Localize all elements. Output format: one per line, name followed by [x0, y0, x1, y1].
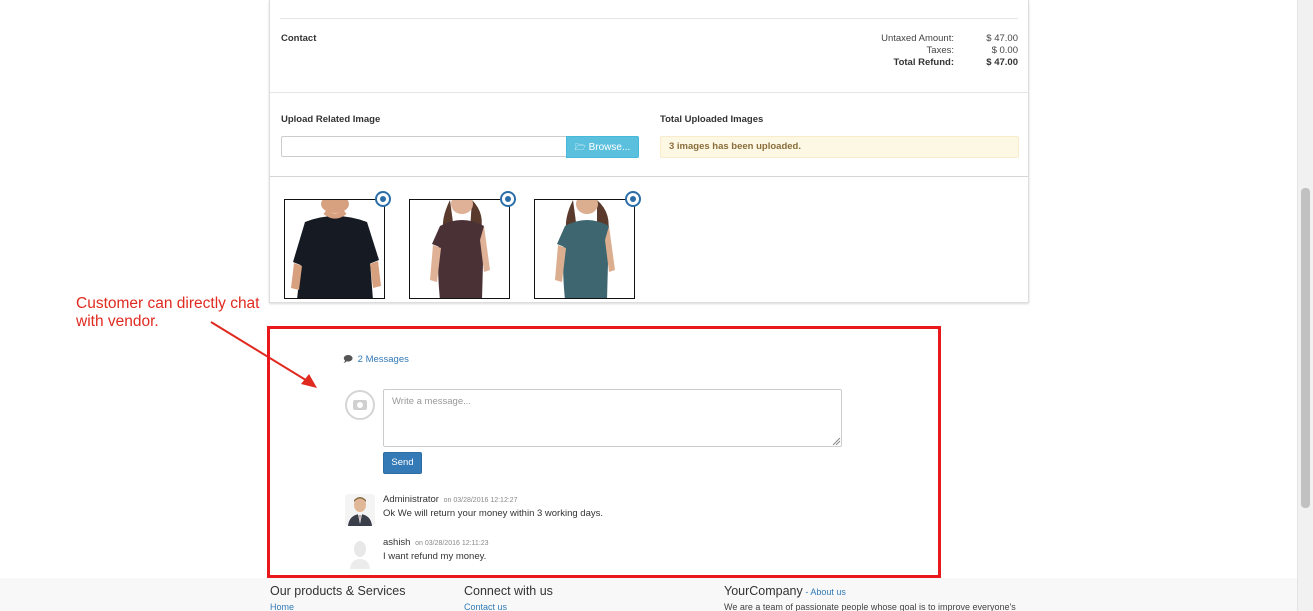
- divider: [280, 18, 1018, 19]
- send-button[interactable]: Send: [383, 452, 422, 474]
- remove-image-icon[interactable]: [375, 191, 391, 207]
- camera-avatar-icon: [345, 390, 375, 420]
- administrator-avatar: [345, 494, 375, 526]
- page-scrollbar[interactable]: [1297, 0, 1313, 611]
- footer-connect: Connect with us Contact us: [464, 584, 553, 611]
- annotation-line-1: Customer can directly chat: [76, 295, 260, 312]
- untaxed-label: Untaxed Amount:: [881, 33, 954, 44]
- totals-table: Untaxed Amount: $ 47.00 Taxes: $ 0.00 To…: [818, 33, 1018, 69]
- divider: [270, 92, 1028, 93]
- folder-open-icon: 🗁: [574, 142, 586, 152]
- message-count-label: 2 Messages: [357, 354, 409, 365]
- untaxed-value: $ 47.00: [986, 33, 1018, 44]
- footer-company: YourCompany - About us We are a team of …: [724, 584, 1016, 611]
- scrollbar-thumb[interactable]: [1301, 188, 1310, 508]
- message-composer[interactable]: [383, 389, 842, 447]
- message-count-link[interactable]: 🗩 2 Messages: [343, 352, 409, 368]
- footer-home-link[interactable]: Home: [270, 602, 405, 611]
- divider: [270, 176, 1028, 177]
- comment-icon: 🗩: [343, 354, 353, 364]
- upload-image-label: Upload Related Image: [281, 114, 381, 125]
- refund-card: Contact Untaxed Amount: $ 47.00 Taxes: $…: [269, 0, 1029, 303]
- message-author[interactable]: ashish: [383, 537, 410, 548]
- brown-tshirt-image[interactable]: [409, 199, 510, 299]
- footer-company-title: YourCompany: [724, 584, 803, 598]
- message-date: on 03/28/2016 12:11:23: [415, 540, 489, 547]
- footer-about-link[interactable]: - About us: [805, 587, 846, 597]
- remove-image-icon[interactable]: [500, 191, 516, 207]
- remove-image-icon[interactable]: [625, 191, 641, 207]
- total-uploaded-label: Total Uploaded Images: [660, 114, 764, 125]
- resize-grip-icon[interactable]: [832, 437, 841, 446]
- taxes-value: $ 0.00: [991, 45, 1018, 56]
- footer-contact-link[interactable]: Contact us: [464, 602, 553, 611]
- footer-products: Our products & Services Home: [270, 584, 405, 611]
- black-tshirt-image[interactable]: [284, 199, 385, 299]
- taxes-label: Taxes:: [926, 45, 954, 56]
- upload-status-alert: 3 images has been uploaded.: [660, 136, 1019, 158]
- message-date: on 03/28/2016 12:12:27: [443, 497, 518, 504]
- total-refund-value: $ 47.00: [986, 57, 1018, 68]
- browse-button-label: Browse...: [588, 142, 631, 153]
- footer-connect-title: Connect with us: [464, 584, 553, 598]
- footer-products-title: Our products & Services: [270, 584, 406, 598]
- message-body: I want refund my money.: [383, 551, 487, 562]
- upload-file-input[interactable]: [281, 136, 567, 157]
- site-footer: Our products & Services Home Connect wit…: [0, 578, 1297, 611]
- message-body: Ok We will return your money within 3 wo…: [383, 508, 603, 519]
- total-refund-label: Total Refund:: [893, 57, 954, 68]
- user-avatar: [345, 537, 375, 569]
- contact-label: Contact: [281, 33, 317, 44]
- teal-tshirt-image[interactable]: [534, 199, 635, 299]
- footer-company-text: We are a team of passionate people whose…: [724, 602, 1016, 611]
- message-author[interactable]: Administrator: [383, 494, 439, 505]
- browse-button[interactable]: 🗁 Browse...: [566, 136, 639, 158]
